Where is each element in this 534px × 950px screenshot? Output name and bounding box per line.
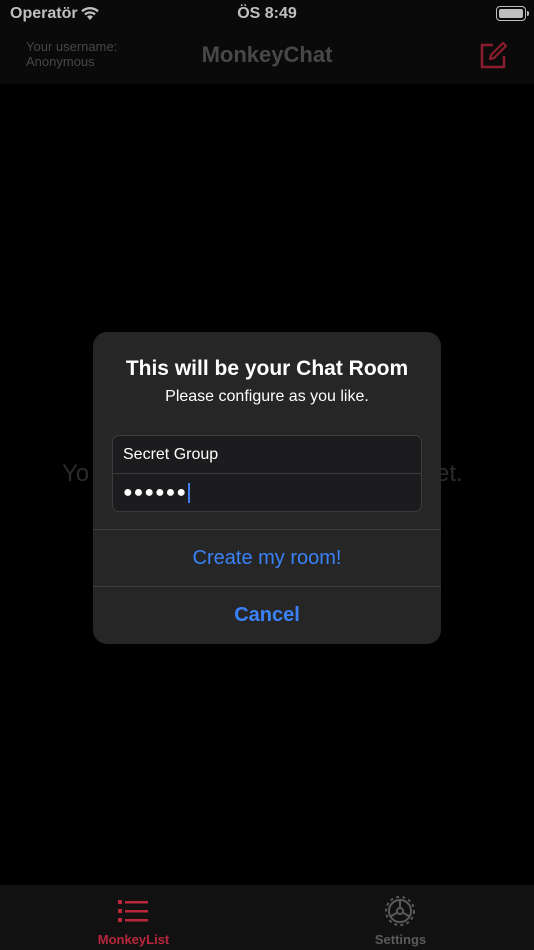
room-name-field[interactable]: Secret Group [113, 436, 421, 474]
cancel-button[interactable]: Cancel [93, 587, 441, 643]
dialog-message: Please configure as you like. [165, 388, 369, 405]
dialog-fields: Secret Group ●●●●●● [112, 435, 422, 512]
room-password-value: ●●●●●● [123, 484, 187, 501]
tab-label-settings: Settings [374, 932, 427, 947]
tab-label-monkeylist: MonkeyList [97, 932, 170, 947]
room-password-field[interactable]: ●●●●●● [113, 474, 421, 511]
room-name-value: Secret Group [123, 446, 219, 463]
text-cursor [187, 482, 190, 503]
tab-monkeylist[interactable]: MonkeyList [0, 885, 267, 950]
create-room-dialog: This will be your Chat Room Please confi… [93, 332, 441, 644]
tab-settings[interactable]: Settings [267, 885, 534, 950]
dialog-title: This will be your Chat Room [125, 357, 409, 380]
tab-bar: MonkeyList Settings [0, 885, 534, 950]
list-icon [118, 900, 148, 922]
create-room-button[interactable]: Create my room! [93, 530, 441, 586]
gear-icon [385, 896, 415, 926]
